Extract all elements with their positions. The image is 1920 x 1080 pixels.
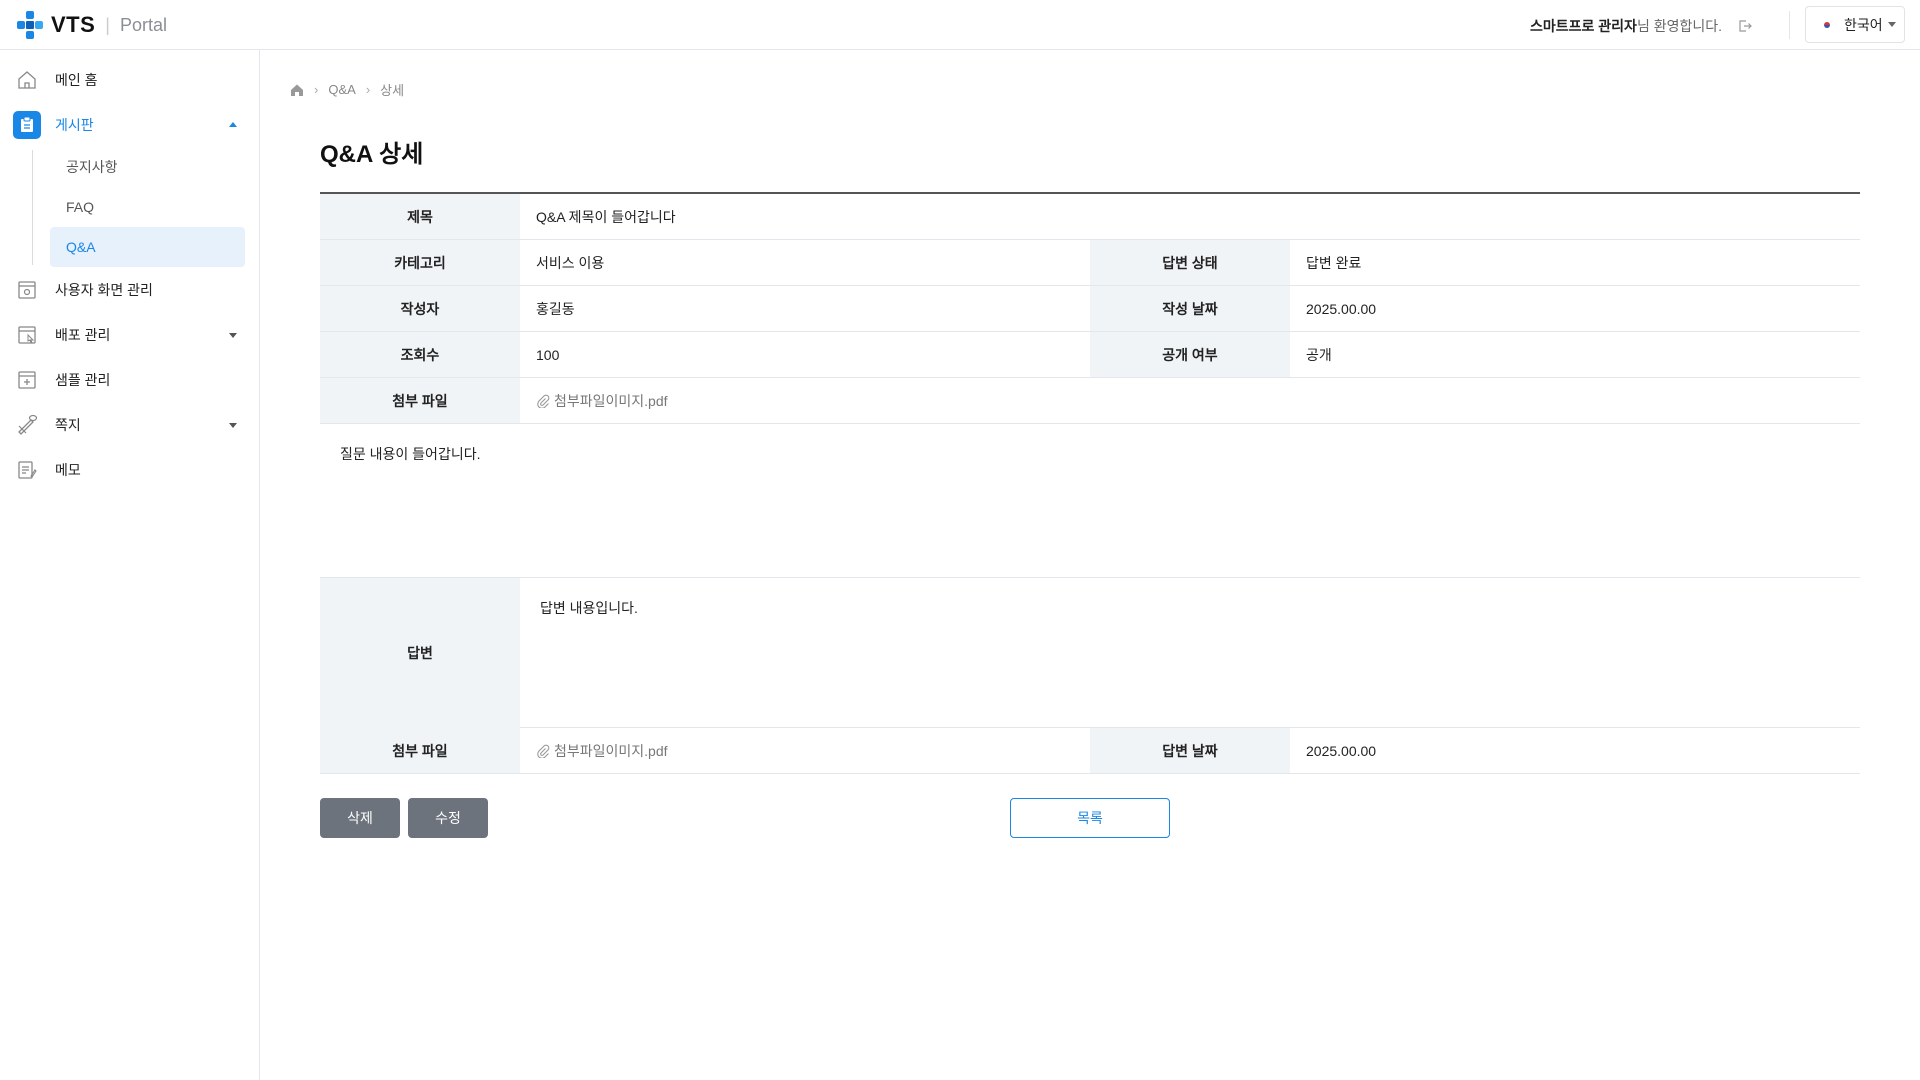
- sidebar-item-label: 쪽지: [55, 417, 81, 433]
- status-value: 답변 완료: [1306, 254, 1362, 271]
- date-value: 2025.00.00: [1306, 300, 1377, 317]
- chevron-down-icon: [1888, 22, 1896, 27]
- breadcrumb-separator: ›: [314, 82, 319, 97]
- sidebar-subitem-qna[interactable]: Q&A: [50, 227, 245, 267]
- sidebar-item-sample[interactable]: 샘플 관리: [15, 362, 245, 398]
- qna-detail-table: 제목 Q&A 제목이 들어갑니다 카테고리 서비스 이용 답변 상태 답변 완료…: [320, 192, 1860, 774]
- sidebar-item-main-home[interactable]: 메인 홈: [15, 62, 245, 98]
- attachment-filename: 첨부파일이미지.pdf: [554, 392, 668, 409]
- attach-cell: 첨부파일이미지.pdf: [520, 378, 1860, 423]
- header-divider: [1789, 11, 1790, 39]
- breadcrumb: › Q&A › 상세: [290, 80, 404, 99]
- table-row: 첨부 파일 첨부파일이미지.pdf 답변 날짜 2025.00.00: [320, 728, 1860, 774]
- views-label: 조회수: [320, 332, 520, 377]
- user-name: 스마트프로 관리자: [1530, 18, 1637, 34]
- attachment-link[interactable]: 첨부파일이미지.pdf: [536, 391, 668, 411]
- home-icon: [15, 68, 39, 92]
- logo[interactable]: VTS | Portal: [15, 10, 167, 40]
- sample-icon: [15, 368, 39, 392]
- answer-label: 답변: [320, 578, 520, 728]
- attach-label: 첨부 파일: [320, 378, 520, 423]
- page-title: Q&A 상세: [320, 141, 424, 168]
- category-label: 카테고리: [320, 240, 520, 285]
- attachment-filename: 첨부파일이미지.pdf: [554, 742, 668, 759]
- sidebar-item-label: 게시판: [55, 117, 94, 133]
- answer-date-label: 답변 날짜: [1090, 728, 1290, 773]
- sidebar-subitem-notice[interactable]: 공지사항: [50, 147, 245, 187]
- title-label: 제목: [320, 194, 520, 239]
- public-label: 공개 여부: [1090, 332, 1290, 377]
- answer-attach-label: 첨부 파일: [320, 728, 520, 773]
- language-label: 한국어: [1844, 16, 1883, 33]
- date-label: 작성 날짜: [1090, 286, 1290, 331]
- list-button[interactable]: 목록: [1010, 798, 1170, 838]
- sidebar-item-label: 메인 홈: [55, 72, 98, 88]
- answer-content: 답변 내용입니다.: [540, 600, 638, 616]
- attachment-link[interactable]: 첨부파일이미지.pdf: [536, 741, 668, 761]
- breadcrumb-separator: ›: [365, 82, 371, 97]
- edit-button[interactable]: 수정: [408, 798, 488, 838]
- top-header: VTS | Portal 스마트프로 관리자 님 환영합니다. 한국어: [0, 0, 1920, 50]
- sidebar-item-board[interactable]: 게시판: [13, 107, 245, 143]
- sidebar-item-label: 메모: [55, 462, 81, 478]
- sidebar-item-label: 사용자 화면 관리: [55, 282, 153, 298]
- sidebar: 메인 홈 게시판 공지사항 FAQ Q&A 사용자 화면 관리 배포 관리 샘플…: [0, 50, 260, 1080]
- chevron-down-icon: [229, 423, 237, 428]
- answer-date-value: 2025.00.00: [1306, 742, 1377, 759]
- deploy-icon: [15, 323, 39, 347]
- breadcrumb-item-detail: 상세: [380, 83, 405, 98]
- table-row: 작성자 홍길동 작성 날짜 2025.00.00: [320, 286, 1860, 332]
- chevron-up-icon: [229, 122, 237, 127]
- table-row: 카테고리 서비스 이용 답변 상태 답변 완료: [320, 240, 1860, 286]
- delete-button[interactable]: 삭제: [320, 798, 400, 838]
- table-row: 조회수 100 공개 여부 공개: [320, 332, 1860, 378]
- logo-icon: [17, 11, 43, 39]
- table-row: 첨부 파일 첨부파일이미지.pdf: [320, 378, 1860, 424]
- korea-flag-icon: [1820, 20, 1834, 30]
- logo-text: VTS: [51, 12, 96, 37]
- chevron-down-icon: [229, 333, 237, 338]
- sidebar-item-label: 샘플 관리: [55, 372, 111, 388]
- welcome-message: 스마트프로 관리자 님 환영합니다.: [1530, 16, 1752, 36]
- answer-attach-cell: 첨부파일이미지.pdf: [520, 728, 1090, 773]
- category-value: 서비스 이용: [536, 254, 605, 271]
- language-select[interactable]: 한국어: [1805, 6, 1905, 43]
- sidebar-subitem-faq[interactable]: FAQ: [50, 187, 245, 227]
- breadcrumb-item-qna[interactable]: Q&A: [328, 82, 355, 97]
- screen-manage-icon: [15, 278, 39, 302]
- paperclip-icon: [537, 394, 550, 408]
- views-value: 100: [536, 346, 560, 363]
- board-icon: [13, 111, 41, 139]
- answer-row: 답변 답변 내용입니다.: [320, 578, 1860, 728]
- sidebar-item-memo[interactable]: 메모: [15, 452, 245, 488]
- memo-icon: [15, 458, 39, 482]
- welcome-suffix: 님 환영합니다.: [1636, 18, 1722, 34]
- question-content: 질문 내용이 들어갑니다.: [320, 424, 1860, 578]
- submenu-line: [32, 150, 33, 265]
- logout-icon[interactable]: [1738, 19, 1752, 33]
- sidebar-item-message[interactable]: 쪽지: [15, 407, 245, 443]
- message-icon: [15, 413, 39, 437]
- sidebar-item-deploy[interactable]: 배포 관리: [15, 317, 245, 353]
- status-label: 답변 상태: [1090, 240, 1290, 285]
- author-value: 홍길동: [536, 300, 575, 317]
- paperclip-icon: [537, 744, 550, 758]
- table-row: 제목 Q&A 제목이 들어갑니다: [320, 194, 1860, 240]
- title-value: Q&A 제목이 들어갑니다: [536, 208, 676, 225]
- logo-separator: |: [105, 14, 110, 35]
- logo-subtitle: Portal: [119, 14, 168, 35]
- sidebar-item-label: 배포 관리: [55, 327, 111, 343]
- author-label: 작성자: [320, 286, 520, 331]
- sidebar-item-screen-manage[interactable]: 사용자 화면 관리: [15, 272, 245, 308]
- home-icon[interactable]: [290, 83, 304, 97]
- public-value: 공개: [1306, 346, 1332, 363]
